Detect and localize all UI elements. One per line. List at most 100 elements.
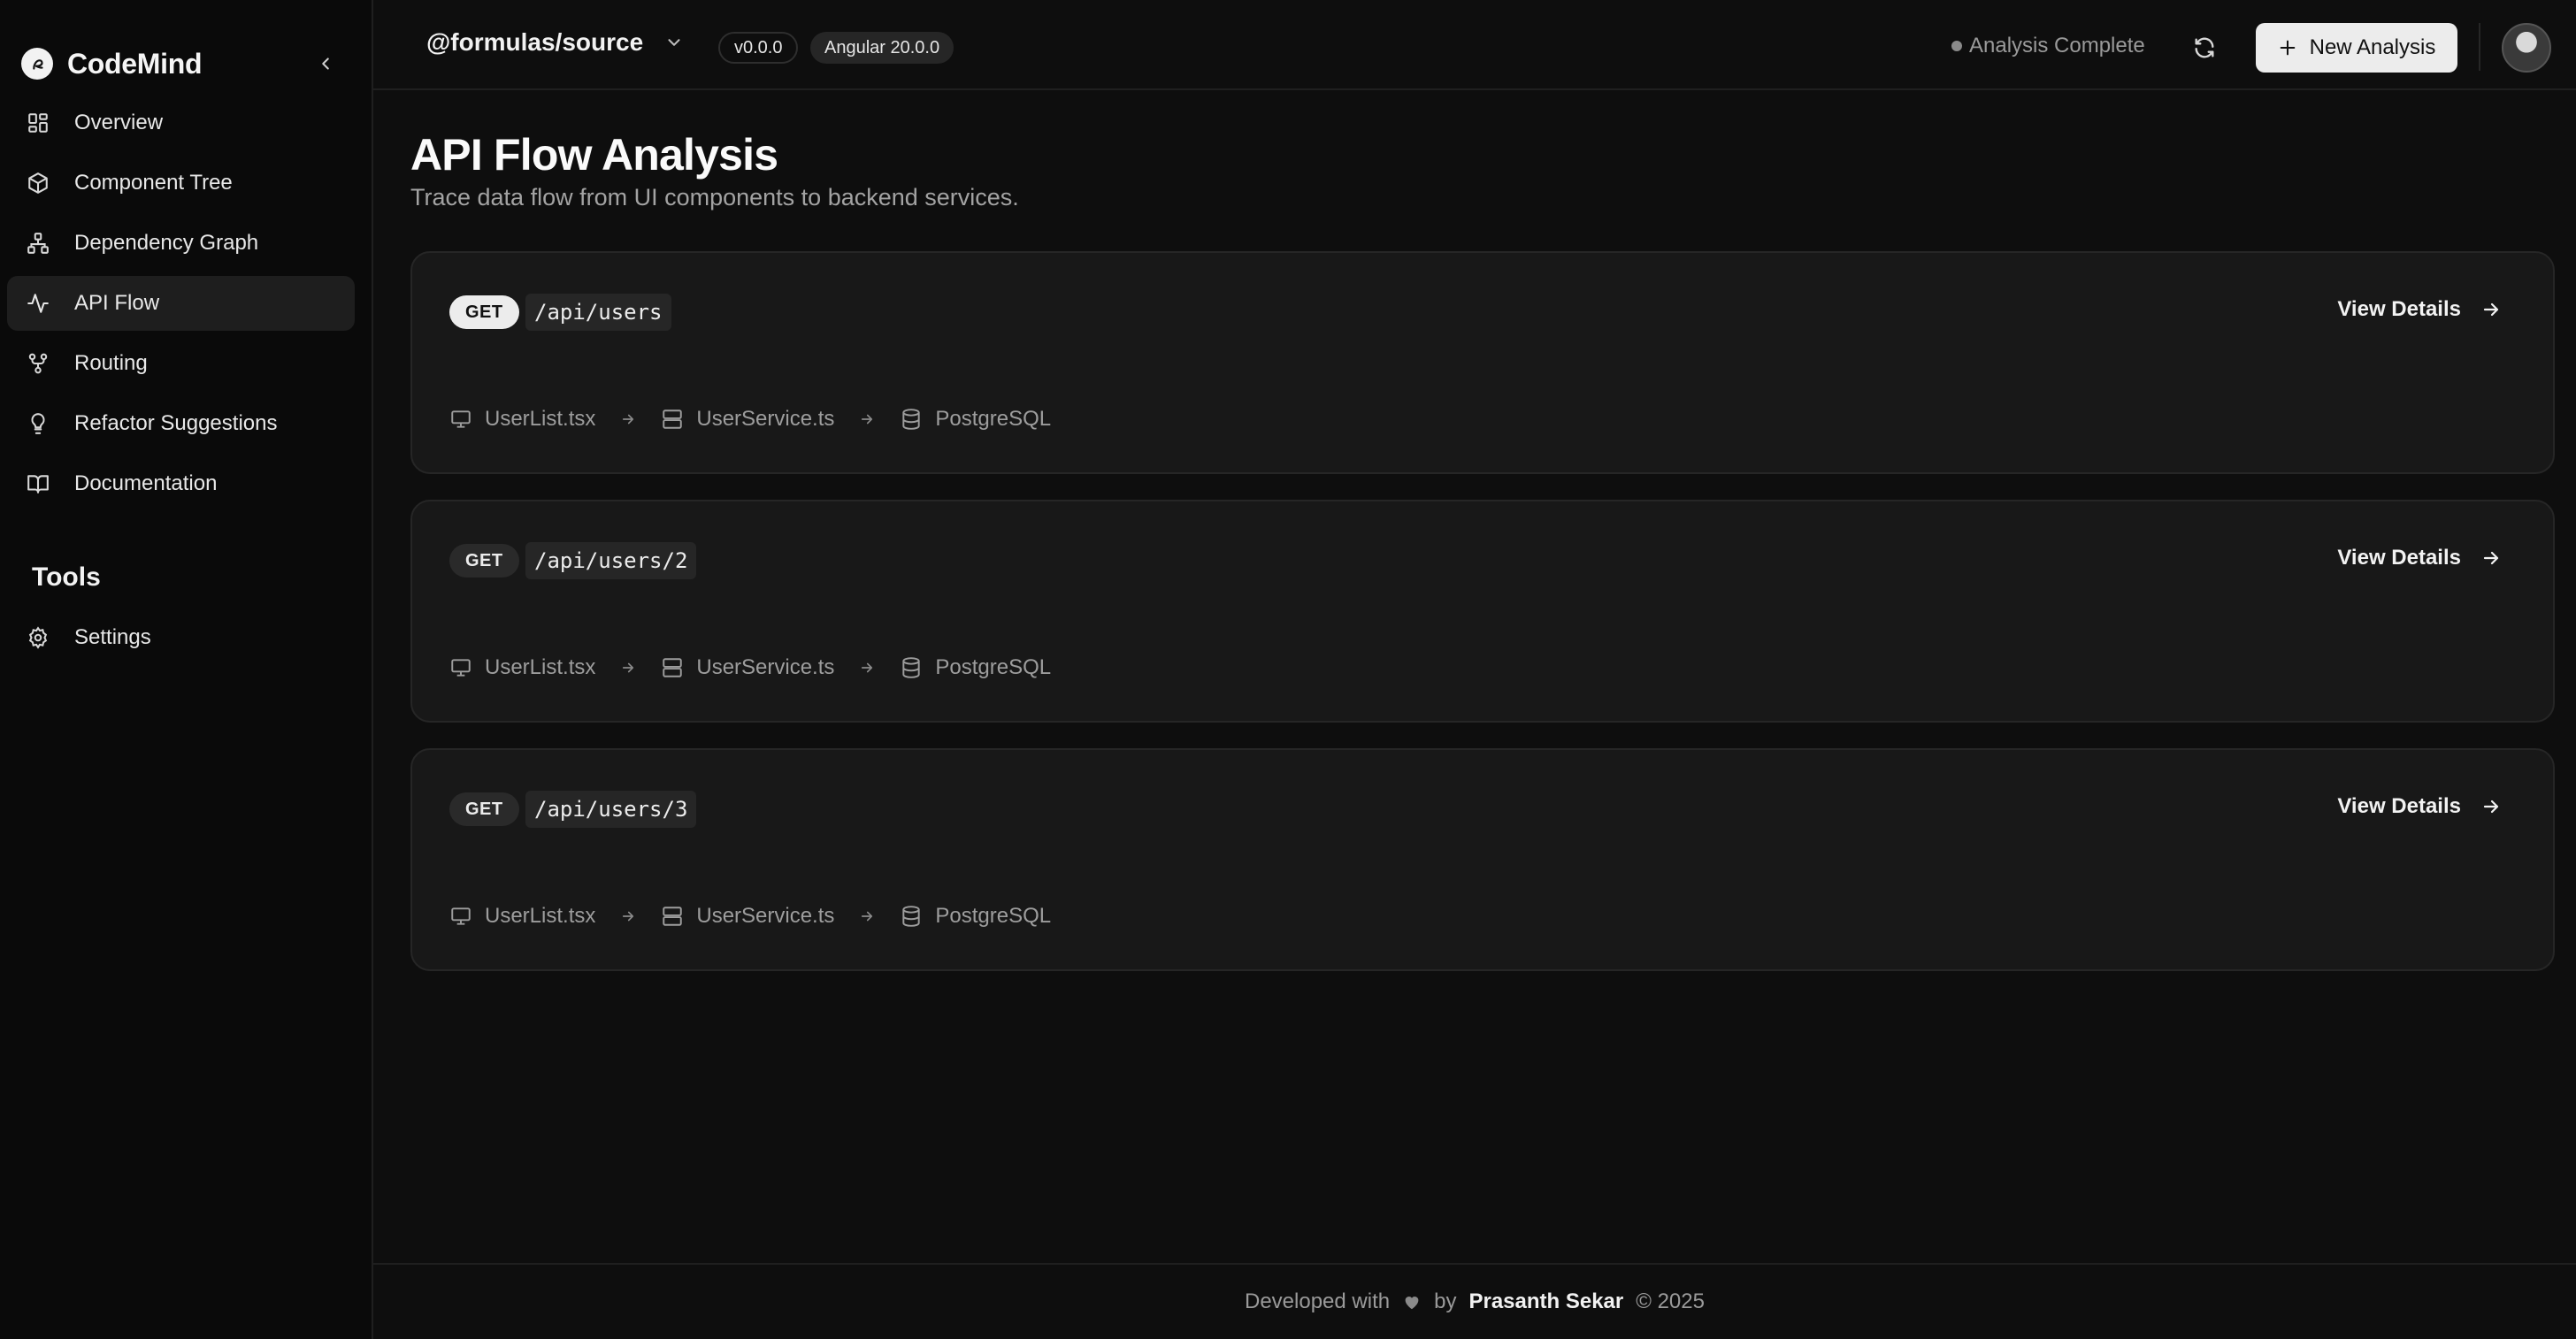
collapse-sidebar-button[interactable] [310, 48, 341, 80]
arrow-right-icon [859, 908, 875, 924]
sidebar-item-settings[interactable]: Settings [7, 610, 355, 665]
book-icon [25, 471, 51, 497]
chevron-down-icon [664, 33, 684, 52]
top-bar: @formulas/source v0.0.0 Angular 20.0.0 A… [373, 0, 2576, 90]
flow-step-service: UserService.ts [661, 655, 834, 680]
analysis-status: Analysis Complete [1951, 34, 2145, 58]
http-method-badge: GET [449, 544, 519, 578]
sidebar-item-label: API Flow [74, 291, 160, 315]
sidebar-item-refactor-suggestions[interactable]: Refactor Suggestions [7, 396, 355, 451]
flow-step-label: PostgreSQL [935, 655, 1052, 679]
arrow-right-icon [2480, 796, 2502, 817]
flow-step-database: PostgreSQL [900, 904, 1051, 929]
database-icon [902, 409, 921, 430]
sidebar-item-overview[interactable]: Overview [7, 96, 355, 150]
sidebar-item-label: Settings [74, 625, 151, 649]
arrow-right-icon [859, 660, 875, 676]
api-flow-card[interactable]: GET /api/users/2 View Details UserList.t… [410, 500, 2555, 723]
arrow-right-icon [620, 660, 636, 676]
server-icon [663, 658, 683, 677]
sidebar-item-component-tree[interactable]: Component Tree [7, 156, 355, 210]
sidebar-item-label: Dependency Graph [74, 231, 259, 255]
endpoint-path: /api/users/2 [525, 542, 697, 579]
brand-name: CodeMind [67, 47, 203, 80]
new-analysis-label: New Analysis [2309, 35, 2436, 59]
heart-icon [1402, 1292, 1422, 1312]
framework-badge: Angular 20.0.0 [810, 32, 954, 64]
header-divider [2479, 23, 2480, 71]
arrow-right-icon [2480, 547, 2502, 569]
flow-step-label: PostgreSQL [935, 904, 1052, 928]
view-details-link[interactable]: View Details [2337, 794, 2502, 819]
sidebar-item-label: Documentation [74, 471, 218, 495]
arrow-right-icon [620, 908, 636, 924]
footer-copyright: © 2025 [1636, 1289, 1705, 1313]
monitor-icon [451, 659, 471, 677]
view-details-label: View Details [2337, 297, 2461, 321]
footer-by: by [1434, 1289, 1457, 1313]
project-name: @formulas/source [426, 28, 644, 56]
flow-step-service: UserService.ts [661, 904, 834, 929]
new-analysis-button[interactable]: New Analysis [2256, 23, 2457, 73]
network-icon [25, 230, 51, 256]
view-details-link[interactable]: View Details [2337, 546, 2502, 570]
project-selector[interactable]: @formulas/source [426, 28, 684, 57]
arrow-right-icon [2480, 299, 2502, 320]
brand-logo-icon [21, 48, 53, 80]
sidebar-item-documentation[interactable]: Documentation [7, 456, 355, 511]
monitor-icon [451, 410, 471, 428]
user-avatar[interactable] [2502, 23, 2551, 73]
flow-steps: UserList.tsx UserService.ts PostgreSQL [449, 407, 1051, 432]
main-content: @formulas/source v0.0.0 Angular 20.0.0 A… [373, 0, 2576, 1339]
sidebar: CodeMind Overview Component Tree Depende… [0, 0, 373, 1339]
sidebar-item-routing[interactable]: Routing [7, 336, 355, 391]
chevron-left-icon [322, 57, 329, 70]
api-flow-card[interactable]: GET /api/users View Details UserList.tsx… [410, 251, 2555, 474]
status-dot-icon [1951, 41, 1962, 51]
arrow-right-icon [859, 411, 875, 427]
footer-author-link[interactable]: Prasanth Sekar [1468, 1289, 1623, 1314]
view-details-link[interactable]: View Details [2337, 297, 2502, 322]
monitor-icon [451, 907, 471, 925]
sidebar-item-label: Refactor Suggestions [74, 411, 278, 435]
database-icon [902, 906, 921, 927]
flow-step-service: UserService.ts [661, 407, 834, 432]
git-fork-icon [25, 350, 51, 377]
flow-step-component: UserList.tsx [449, 904, 595, 929]
grid-icon [25, 110, 51, 136]
flow-step-label: UserService.ts [696, 407, 835, 431]
lightbulb-icon [25, 410, 51, 437]
page-subtitle: Trace data flow from UI components to ba… [410, 184, 1019, 210]
status-text: Analysis Complete [1969, 34, 2145, 57]
refresh-icon [2195, 37, 2214, 58]
brand[interactable]: CodeMind [21, 44, 203, 83]
endpoint-path: /api/users/3 [525, 791, 697, 828]
endpoint-path: /api/users [525, 294, 671, 331]
view-details-label: View Details [2337, 794, 2461, 818]
http-method-badge: GET [449, 295, 519, 329]
cube-icon [25, 170, 51, 196]
flow-step-label: UserList.tsx [485, 407, 596, 431]
sidebar-item-label: Component Tree [74, 171, 233, 195]
flow-step-label: PostgreSQL [935, 407, 1052, 431]
gear-icon [25, 624, 51, 651]
sidebar-item-label: Overview [74, 111, 164, 134]
flow-step-component: UserList.tsx [449, 655, 595, 680]
server-icon [663, 409, 683, 429]
refresh-button[interactable] [2189, 32, 2220, 64]
sidebar-item-dependency-graph[interactable]: Dependency Graph [7, 216, 355, 271]
page-title: API Flow Analysis [410, 130, 778, 180]
api-flow-card[interactable]: GET /api/users/3 View Details UserList.t… [410, 748, 2555, 971]
http-method-badge: GET [449, 792, 519, 826]
flow-step-component: UserList.tsx [449, 407, 595, 432]
plus-icon [2278, 38, 2297, 57]
footer: Developed with by Prasanth Sekar © 2025 [373, 1263, 2576, 1339]
flow-step-label: UserService.ts [696, 655, 835, 679]
server-icon [663, 907, 683, 926]
tools-nav: Settings [7, 610, 355, 670]
database-icon [902, 657, 921, 678]
sidebar-item-api-flow[interactable]: API Flow [7, 276, 355, 331]
flow-step-label: UserList.tsx [485, 904, 596, 928]
activity-icon [25, 290, 51, 317]
arrow-right-icon [620, 411, 636, 427]
